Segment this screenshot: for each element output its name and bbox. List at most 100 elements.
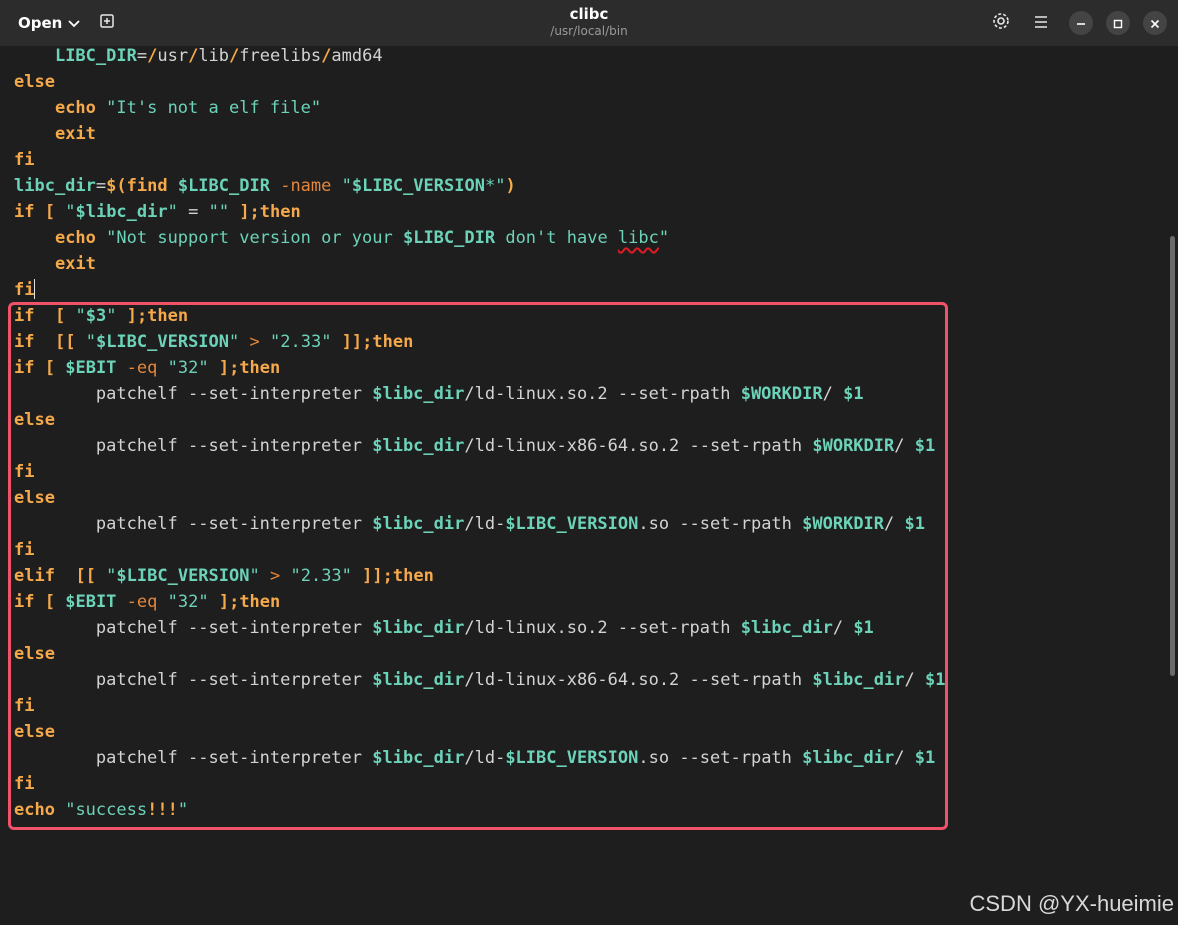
code-token: $EBIT — [65, 358, 117, 378]
code-token: fi — [14, 540, 35, 560]
code-token: "It's not a elf file" — [106, 98, 322, 118]
code-line: fi — [14, 459, 945, 485]
close-button[interactable] — [1143, 11, 1167, 35]
code-token: if — [14, 358, 35, 378]
maximize-button[interactable] — [1106, 11, 1130, 35]
code-token: " — [106, 306, 117, 326]
code-token: else — [14, 644, 55, 664]
code-token: " — [177, 800, 189, 820]
code-token: > — [269, 566, 281, 586]
code-token: $libc_dir — [372, 514, 465, 534]
vertical-scrollbar[interactable] — [1170, 236, 1175, 676]
code-token: [ — [44, 592, 55, 612]
code-token: /ld- — [464, 514, 506, 534]
code-token: fi — [14, 462, 35, 482]
new-tab-button[interactable] — [92, 10, 122, 36]
code-token: .so --set-rpath — [638, 748, 803, 768]
code-token: else — [14, 410, 55, 430]
code-token: ];then — [218, 592, 281, 612]
code-line: else — [14, 407, 945, 433]
code-line: fi — [14, 771, 945, 797]
code-token: if — [14, 306, 35, 326]
minimize-button[interactable] — [1069, 11, 1093, 35]
code-line: echo "success!!!" — [14, 797, 945, 823]
code-token: echo — [54, 228, 96, 248]
code-token: " — [167, 202, 178, 222]
code-token: / — [822, 384, 844, 404]
code-token: /ld-linux.so.2 --set-rpath — [464, 618, 741, 638]
code-token: elif — [14, 566, 55, 586]
code-line: fi — [14, 277, 945, 303]
code-token: "32" — [167, 592, 209, 612]
code-token: $EBIT — [65, 592, 117, 612]
code-token: / — [229, 46, 240, 66]
code-token: $1 — [843, 384, 864, 404]
code-line: exit — [14, 121, 945, 147]
code-line: if [ $EBIT -eq "32" ];then — [14, 589, 945, 615]
code-token: $LIBC_VERSION — [505, 748, 639, 768]
code-token: $1 — [853, 618, 874, 638]
code-line: elif [[ "$LIBC_VERSION" > "2.33" ]];then — [14, 563, 945, 589]
code-token: else — [14, 72, 55, 92]
settings-button[interactable] — [988, 10, 1014, 36]
code-token: $WORKDIR — [740, 384, 823, 404]
code-token: patchelf --set-interpreter — [14, 670, 373, 690]
code-token: $( — [106, 176, 127, 196]
code-token: /ld-linux-x86-64.so.2 --set-rpath — [464, 436, 813, 456]
code-token: libc — [617, 228, 659, 248]
code-line: else — [14, 69, 945, 95]
code-line: if [ "$3" ];then — [14, 303, 945, 329]
code-content[interactable]: LIBC_DIR=/usr/lib/freelibs/amd64 else ech… — [14, 43, 945, 823]
code-line: patchelf --set-interpreter $libc_dir/ld-… — [14, 745, 945, 771]
code-line: libc_dir=$(find $LIBC_DIR -name "$LIBC_V… — [14, 173, 945, 199]
code-token: patchelf --set-interpreter — [14, 618, 373, 638]
code-line: fi — [14, 537, 945, 563]
code-line: patchelf --set-interpreter $libc_dir/ld-… — [14, 381, 945, 407]
code-token: $WORKDIR — [812, 436, 895, 456]
menu-button[interactable] — [1028, 10, 1054, 36]
header-bar: Open clibc /usr/local/bin — [0, 0, 1178, 47]
code-token: " — [106, 566, 117, 586]
code-token: $LIBC_VERSION — [351, 176, 485, 196]
code-token: ];then — [239, 202, 301, 222]
code-token: " — [75, 306, 86, 326]
code-token: "" — [208, 202, 230, 222]
code-token: " — [65, 202, 76, 222]
code-token: " — [249, 566, 260, 586]
code-token: fi — [14, 280, 35, 300]
code-token: = — [136, 46, 148, 66]
code-token: $LIBC_DIR — [177, 176, 270, 196]
code-token: $1 — [914, 748, 936, 768]
code-token: patchelf --set-interpreter — [14, 748, 373, 768]
code-token: [[ — [54, 332, 76, 352]
code-line: patchelf --set-interpreter $libc_dir/ld-… — [14, 667, 946, 693]
text-editor-area[interactable]: LIBC_DIR=/usr/lib/freelibs/amd64 else ech… — [0, 46, 1178, 925]
code-token: $LIBC_VERSION — [116, 566, 250, 586]
code-token: / — [894, 748, 915, 768]
code-token: $libc_dir — [740, 618, 833, 638]
code-token: $libc_dir — [812, 670, 905, 690]
code-token: $libc_dir — [75, 202, 168, 222]
open-button[interactable]: Open — [8, 10, 90, 36]
code-token: " — [229, 332, 240, 352]
code-token: $libc_dir — [802, 748, 895, 768]
code-token: $libc_dir — [372, 748, 465, 768]
maximize-icon — [1113, 14, 1123, 33]
code-token: exit — [54, 254, 96, 274]
